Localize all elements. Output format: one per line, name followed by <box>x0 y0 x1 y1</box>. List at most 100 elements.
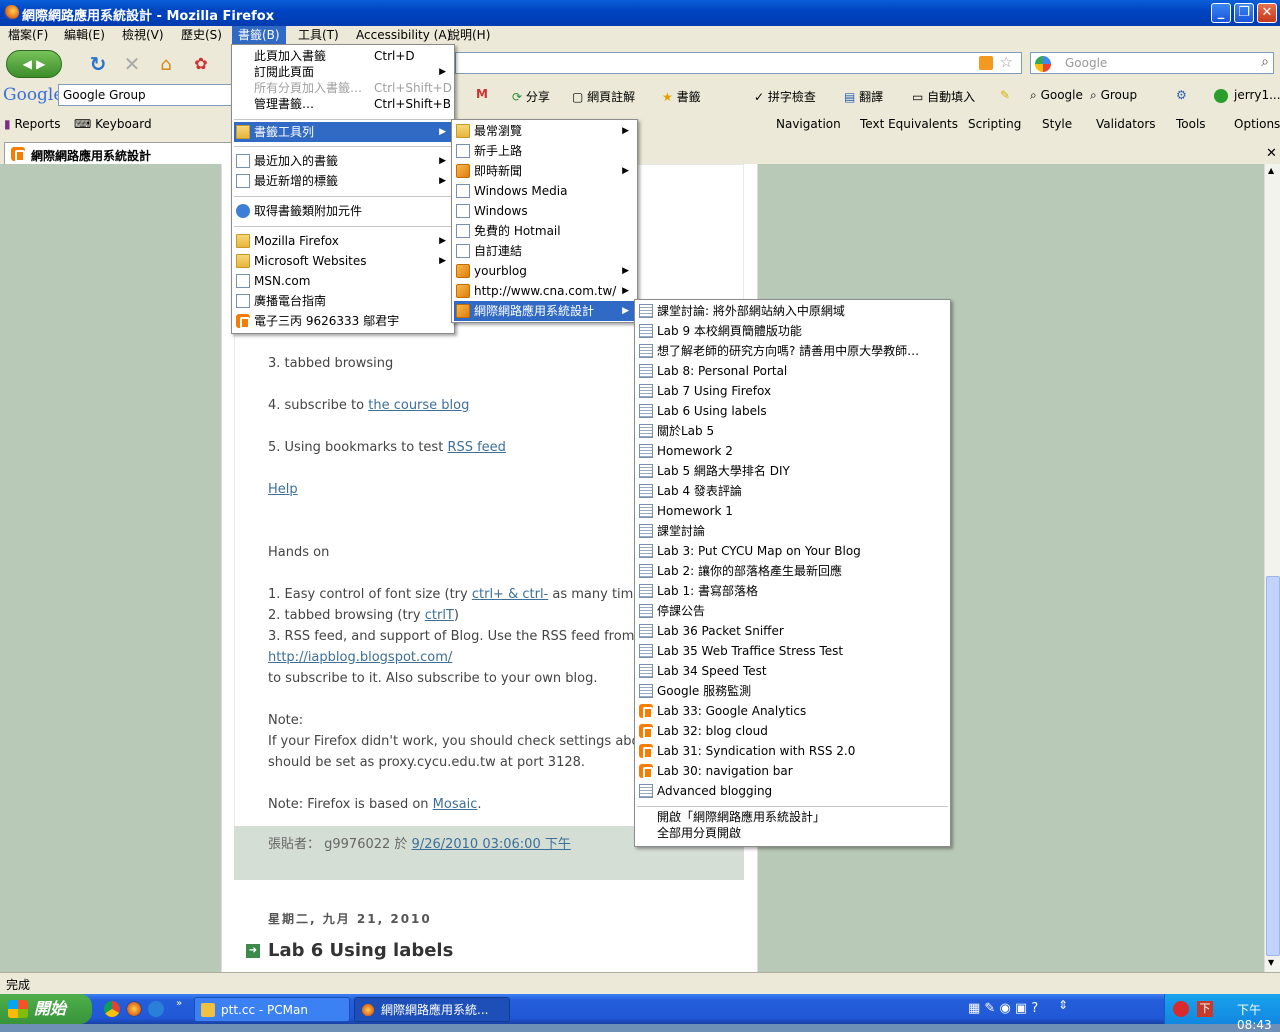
yourblog[interactable]: yourblog ▶ <box>454 261 635 281</box>
feed-item[interactable]: Lab 30: navigation bar <box>637 761 948 781</box>
minimize-button[interactable]: _ <box>1211 3 1231 23</box>
help-link[interactable]: Help <box>268 482 298 497</box>
menu-history[interactable]: 歷史(S) <box>175 26 228 44</box>
free-hotmail[interactable]: 免費的 Hotmail <box>454 221 635 241</box>
close-button[interactable]: ✕ <box>1257 3 1277 23</box>
feed-item[interactable]: Lab 5 網路大學排名 DIY <box>637 461 948 481</box>
cna-feed[interactable]: http://www.cna.com.tw/▶ <box>454 281 635 301</box>
chrome-icon[interactable] <box>104 1001 120 1017</box>
open-feed-site[interactable]: 開啟「網際網路應用系統設計」 <box>637 809 948 825</box>
menu-help[interactable]: 說明(H) <box>442 26 496 44</box>
feed-item[interactable]: 課堂討論 <box>637 521 948 541</box>
manage-bookmarks[interactable]: 管理書籤… Ctrl+Shift+B <box>234 94 452 114</box>
ime-icon[interactable]: 下 <box>1197 1001 1213 1017</box>
search-icon[interactable]: ⌕ <box>1261 54 1269 70</box>
bookmarks-button[interactable]: ★ 書籤 <box>662 88 701 105</box>
menu-file[interactable]: 檔案(F) <box>2 26 54 44</box>
windows-media[interactable]: Windows Media <box>454 181 635 201</box>
maximize-button[interactable]: ❐ <box>1234 3 1254 23</box>
vertical-scrollbar[interactable]: ▲ ▼ <box>1264 164 1280 972</box>
browser-tab[interactable]: 網際網路應用系統設計 <box>4 142 232 166</box>
autofill-button[interactable]: ▭ 自動填入 <box>912 88 975 105</box>
course-blog-link[interactable]: the course blog <box>368 398 469 413</box>
most-visited[interactable]: 最常瀏覽 ▶ <box>454 121 635 141</box>
rss-feed-link[interactable]: RSS feed <box>447 440 506 455</box>
feed-item[interactable]: Lab 7 Using Firefox <box>637 381 948 401</box>
wrench-icon[interactable]: ⚙ <box>1176 88 1187 102</box>
task-firefox[interactable]: 網際網路應用系統... <box>354 997 510 1022</box>
scroll-thumb[interactable] <box>1266 576 1280 956</box>
menu-tools[interactable]: 工具(T) <box>292 26 345 44</box>
tray-collapse-icon[interactable]: ⇕ <box>1058 998 1068 1012</box>
feed-item[interactable]: Lab 31: Syndication with RSS 2.0 <box>637 741 948 761</box>
mosaic-link[interactable]: Mosaic <box>433 797 478 812</box>
scroll-down-icon[interactable]: ▼ <box>1268 958 1274 967</box>
blog-url-link[interactable]: http://iapblog.blogspot.com/ <box>268 650 452 665</box>
scroll-up-icon[interactable]: ▲ <box>1268 166 1274 175</box>
firefox-icon[interactable] <box>126 1001 142 1017</box>
menu-bookmarks[interactable]: 書籤(B) <box>232 26 286 44</box>
google-search-field[interactable]: Google Group <box>58 84 234 106</box>
feed-item[interactable]: Lab 36 Packet Sniffer <box>637 621 948 641</box>
addon-icon[interactable]: ✿ <box>190 52 212 74</box>
reports-menu[interactable]: ▮ Reports <box>4 117 60 131</box>
feed-item[interactable]: Lab 1: 書寫部落格 <box>637 581 948 601</box>
bookmark-radio-guide[interactable]: 廣播電台指南 <box>234 291 452 311</box>
feed-item[interactable]: Lab 3: Put CYCU Map on Your Blog <box>637 541 948 561</box>
feed-item[interactable]: Lab 33: Google Analytics <box>637 701 948 721</box>
style-menu[interactable]: Style <box>1042 117 1072 131</box>
home-icon[interactable]: ⌂ <box>154 52 178 76</box>
get-bookmark-addons[interactable]: 取得書籤類附加元件 <box>234 201 452 221</box>
navigation-menu[interactable]: Navigation <box>776 117 841 131</box>
feed-item[interactable]: Google 服務監測 <box>637 681 948 701</box>
feed-item[interactable]: 關於Lab 5 <box>637 421 948 441</box>
search-box[interactable]: Google ⌕ <box>1030 52 1274 74</box>
scripting-menu[interactable]: Scripting <box>968 117 1021 131</box>
feed-item[interactable]: Lab 32: blog cloud <box>637 721 948 741</box>
recent-bookmarks[interactable]: 最近加入的書籤 ▶ <box>234 151 452 171</box>
google-button[interactable]: ⌕ Google <box>1030 88 1083 103</box>
translate-button[interactable]: ▤ 翻譯 <box>844 88 883 105</box>
text-equivalents-menu[interactable]: Text Equivalents <box>860 117 958 131</box>
quicklaunch-more-icon[interactable]: » <box>176 998 182 1009</box>
feed-item[interactable]: Lab 34 Speed Test <box>637 661 948 681</box>
recent-tags[interactable]: 最近新增的標籤 ▶ <box>234 171 452 191</box>
windows[interactable]: Windows <box>454 201 635 221</box>
back-arrow-icon[interactable]: ◀ <box>23 57 32 71</box>
feed-item[interactable]: 課堂討論: 將外部網站納入中原網域 <box>637 301 948 321</box>
custom-links[interactable]: 自訂連結 <box>454 241 635 261</box>
back-forward-buttons[interactable]: ◀ ▶ <box>6 50 62 78</box>
feed-item[interactable]: Lab 2: 讓你的部落格產生最新回應 <box>637 561 948 581</box>
highlight-icon[interactable]: ✎ <box>1000 88 1010 102</box>
feed-item[interactable]: Lab 4 發表評論 <box>637 481 948 501</box>
account-button[interactable]: jerry1... <box>1214 88 1280 103</box>
google-engine-icon[interactable] <box>1035 56 1051 72</box>
feed-item[interactable]: Lab 8: Personal Portal <box>637 361 948 381</box>
opera-icon[interactable] <box>148 1001 164 1017</box>
bookmarks-toolbar-folder[interactable]: 書籤工具列 ▶ <box>234 122 452 142</box>
close-tab-icon[interactable]: ✕ <box>1266 146 1277 161</box>
post-permalink[interactable]: 9/26/2010 03:06:00 下午 <box>412 837 571 852</box>
next-post-title[interactable]: Lab 6 Using labels <box>268 940 453 961</box>
ctrlt-link[interactable]: ctrlT <box>425 608 454 623</box>
feed-item[interactable]: Homework 2 <box>637 441 948 461</box>
folder-microsoft-websites[interactable]: Microsoft Websites ▶ <box>234 251 452 271</box>
feed-item[interactable]: 想了解老師的研究方向嗎? 請善用中原大學教師… <box>637 341 948 361</box>
url-bar[interactable]: ☆ <box>455 52 1022 74</box>
menu-edit[interactable]: 編輯(E) <box>58 26 111 44</box>
bookmark-msn[interactable]: MSN.com <box>234 271 452 291</box>
open-all-in-tabs[interactable]: 全部用分頁開啟 <box>637 825 948 841</box>
course-feed[interactable]: 網際網路應用系統設計 ▶ <box>454 301 635 321</box>
feed-item[interactable]: Lab 35 Web Traffice Stress Test <box>637 641 948 661</box>
validators-menu[interactable]: Validators <box>1096 117 1156 131</box>
bookmark-electronics[interactable]: 電子三丙 9626333 鄔君宇 <box>234 311 452 331</box>
menu-view[interactable]: 檢視(V) <box>116 26 170 44</box>
star-icon[interactable]: ☆ <box>1000 53 1013 71</box>
keyboard-menu[interactable]: ⌨ Keyboard <box>74 117 152 131</box>
feed-item[interactable]: Advanced blogging <box>637 781 948 801</box>
notebook-button[interactable]: ▢ 網頁註解 <box>572 88 635 105</box>
start-button[interactable]: 開始 <box>0 994 92 1024</box>
antivirus-icon[interactable] <box>1173 1001 1189 1017</box>
forward-arrow-icon[interactable]: ▶ <box>36 57 45 71</box>
gmail-icon[interactable]: M <box>476 87 488 101</box>
